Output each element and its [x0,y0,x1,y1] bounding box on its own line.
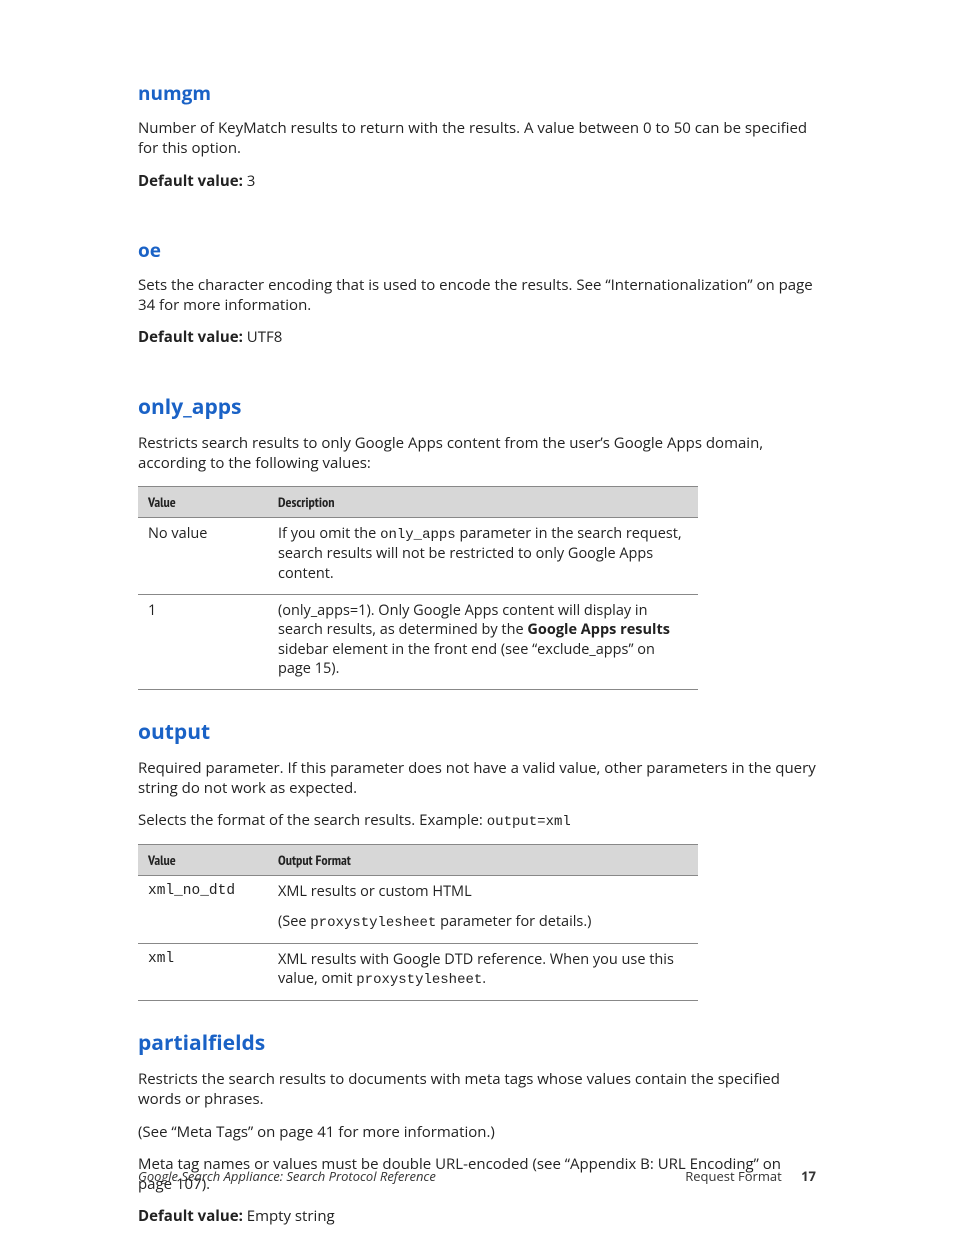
footer-right: Request Format 17 [685,1167,816,1185]
oe-default: Default value: UTF8 [138,327,816,347]
heading-output: output [138,718,816,746]
default-label: Default value: [138,327,243,347]
cell-description: If you omit the only_apps parameter in t… [268,517,698,594]
cell-output-format: XML results with Google DTD reference. W… [268,943,698,1000]
page-footer: Google Search Appliance: Search Protocol… [138,1167,816,1185]
col-output-format: Output Format [268,845,698,876]
output-body2: Selects the format of the search results… [138,810,816,832]
cell-output-format: XML results or custom HTML (See proxysty… [268,876,698,943]
partialfields-body2: (See “Meta Tags” on page 41 for more inf… [138,1122,816,1142]
only-apps-table: Value Description No value If you omit t… [138,486,698,690]
output-body1: Required parameter. If this parameter do… [138,758,816,799]
table-row: No value If you omit the only_apps param… [138,517,698,594]
default-value: UTF8 [243,327,282,347]
heading-numgm: numgm [138,80,816,106]
footer-section: Request Format [685,1167,782,1185]
heading-only-apps: only_apps [138,393,816,421]
table-header-row: Value Description [138,486,698,517]
heading-partialfields: partialfields [138,1029,816,1057]
cell-value: 1 [138,594,268,689]
table-row: 1 (only_apps=1). Only Google Apps conten… [138,594,698,689]
cell-value: xml [138,943,268,1000]
default-label: Default value: [138,171,243,191]
document-page: numgm Number of KeyMatch results to retu… [0,0,954,1235]
partialfields-body1: Restricts the search results to document… [138,1069,816,1110]
cell-value: xml_no_dtd [138,876,268,943]
col-description: Description [268,486,698,517]
col-value: Value [138,486,268,517]
output-table: Value Output Format xml_no_dtd XML resul… [138,844,698,1001]
numgm-body: Number of KeyMatch results to return wit… [138,118,816,159]
numgm-default: Default value: 3 [138,171,816,191]
table-header-row: Value Output Format [138,845,698,876]
partialfields-default: Default value: Empty string [138,1206,816,1226]
footer-doc-title: Google Search Appliance: Search Protocol… [138,1167,436,1185]
table-row: xml XML results with Google DTD referenc… [138,943,698,1000]
cell-description: (only_apps=1). Only Google Apps content … [268,594,698,689]
heading-oe: oe [138,237,816,263]
only-apps-body: Restricts search results to only Google … [138,433,816,474]
default-value: 3 [243,171,255,191]
default-value: Empty string [243,1206,335,1226]
cell-value: No value [138,517,268,594]
default-label: Default value: [138,1206,243,1226]
oe-body: Sets the character encoding that is used… [138,275,816,316]
table-row: xml_no_dtd XML results or custom HTML (S… [138,876,698,943]
footer-page-number: 17 [801,1167,816,1185]
col-value: Value [138,845,268,876]
